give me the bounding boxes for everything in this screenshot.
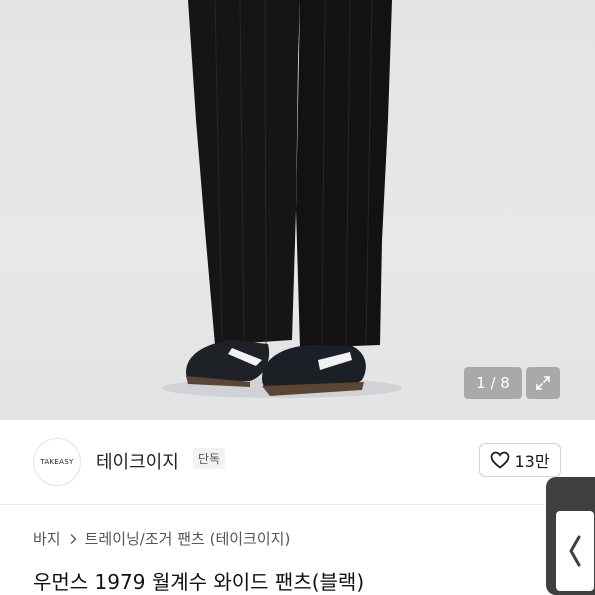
like-count: 13만 xyxy=(514,452,550,471)
breadcrumb-item-subcategory[interactable]: 트레이닝/조거 팬츠 (테이크이지) xyxy=(85,528,291,549)
image-pager: 1 / 8 xyxy=(464,367,522,399)
brand-name[interactable]: 테이크이지 xyxy=(96,448,179,474)
breadcrumb: 바지 트레이닝/조거 팬츠 (테이크이지) xyxy=(33,528,290,549)
brand-logo[interactable]: TAKEASY xyxy=(33,438,81,486)
brand-row: TAKEASY 테이크이지 단독 13만 xyxy=(0,420,595,505)
product-image[interactable] xyxy=(0,0,595,420)
breadcrumb-item-category[interactable]: 바지 xyxy=(33,528,61,549)
expand-arrows-icon xyxy=(536,376,550,390)
side-panel-tab[interactable] xyxy=(546,477,595,595)
chevron-right-icon xyxy=(70,533,77,544)
expand-image-button[interactable] xyxy=(526,367,560,399)
side-panel-handle[interactable] xyxy=(556,511,594,591)
heart-outline-icon xyxy=(491,451,510,469)
exclusive-badge: 단독 xyxy=(193,448,226,469)
chevron-left-icon xyxy=(569,535,581,567)
product-photo-illustration xyxy=(162,0,402,398)
product-title: 우먼스 1979 월계수 와이드 팬츠(블랙) xyxy=(33,570,365,594)
brand-logo-text: TAKEASY xyxy=(40,458,74,466)
like-button[interactable]: 13만 xyxy=(479,443,561,477)
